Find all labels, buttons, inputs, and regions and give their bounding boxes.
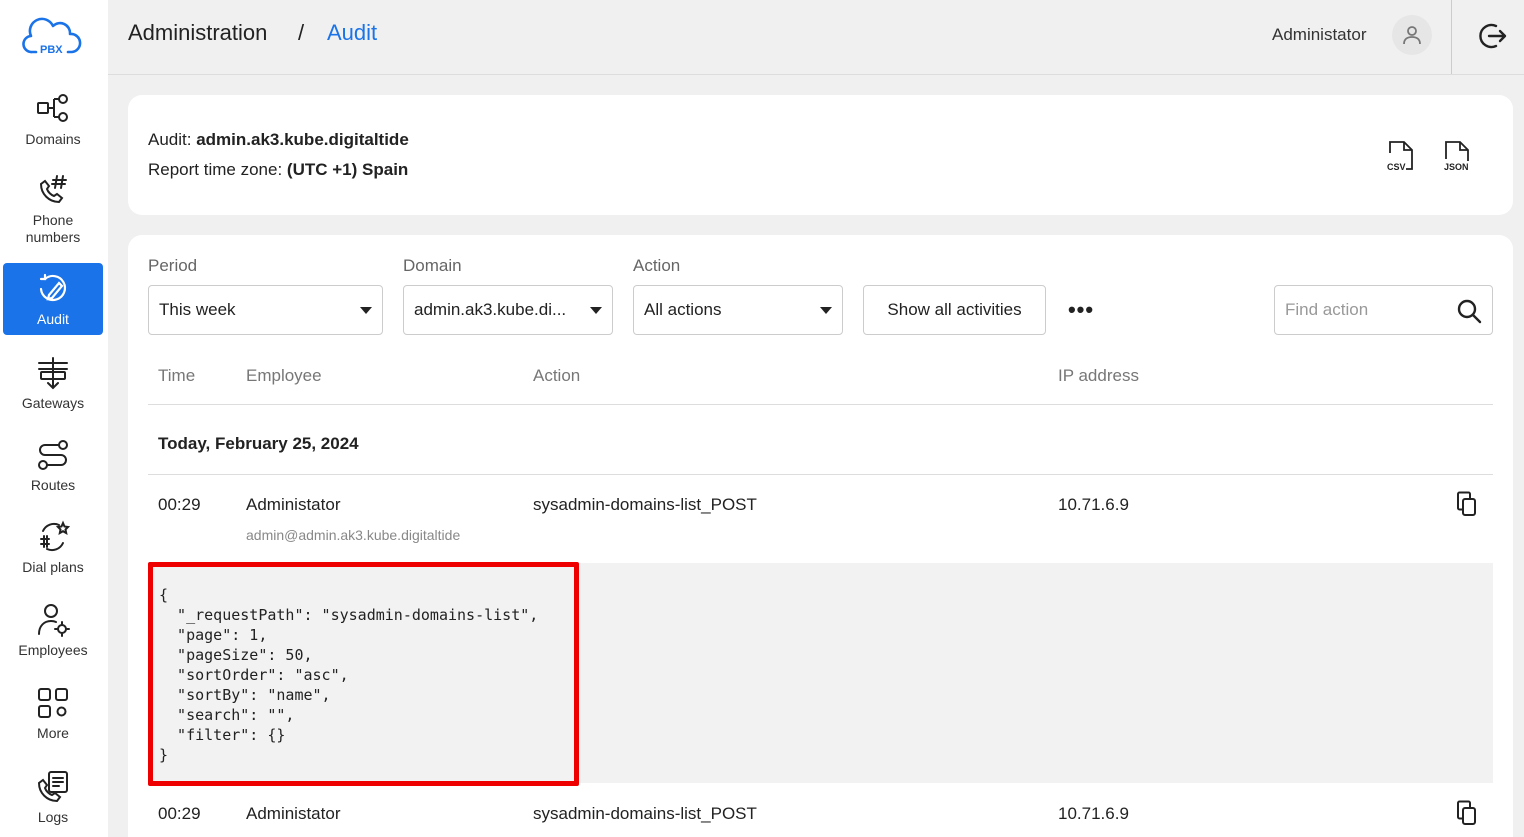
domain-value: admin.ak3.kube.di... — [414, 300, 567, 319]
action-select[interactable]: All actions — [633, 285, 843, 335]
avatar[interactable] — [1392, 15, 1432, 55]
row-employee: Administator — [246, 804, 341, 823]
sidebar-item-label: Domains — [25, 130, 81, 147]
group-date: Today, February 25, 2024 — [158, 434, 359, 453]
audit-line: Audit: admin.ak3.kube.digitaltide — [148, 130, 409, 150]
breadcrumb-current: Audit — [327, 20, 378, 45]
user-icon — [1403, 26, 1421, 45]
row-action: sysadmin-domains-list_POST — [533, 804, 757, 823]
sidebar-item-logs[interactable]: Logs — [3, 764, 103, 830]
domain-select[interactable]: admin.ak3.kube.di... — [403, 285, 613, 335]
header-divider — [1451, 0, 1452, 74]
period-value: This week — [159, 300, 236, 319]
highlight-box — [148, 562, 579, 786]
sidebar: PBX Domains Phone numbers Audit Gateways… — [0, 0, 108, 837]
action-label: Action — [633, 256, 681, 275]
column-header-action[interactable]: Action — [533, 366, 580, 386]
sidebar-item-label: Audit — [37, 310, 69, 327]
sidebar-item-routes[interactable]: Routes — [3, 432, 103, 498]
timezone-value: (UTC +1) Spain — [286, 160, 409, 179]
grid-icon — [38, 687, 68, 718]
group-divider-line — [148, 474, 1493, 475]
row-employee-email: admin@admin.ak3.kube.digitaltide — [246, 527, 461, 543]
search-box — [1274, 285, 1493, 335]
json-label: JSON — [1444, 162, 1469, 172]
show-all-activities-button[interactable]: Show all activities — [863, 285, 1046, 335]
timezone-label: Report time zone: — [148, 160, 283, 179]
top-header: Administration / Audit Administator — [108, 0, 1524, 75]
row-action: sysadmin-domains-list_POST — [533, 495, 757, 514]
route-icon — [38, 439, 68, 470]
caret-down-icon — [820, 306, 832, 314]
column-header-employee[interactable]: Employee — [246, 366, 322, 386]
row-ip: 10.71.6.9 — [1058, 495, 1129, 514]
sidebar-item-dial-plans[interactable]: Dial plans — [3, 514, 103, 580]
audit-label: Audit: — [148, 130, 192, 149]
json-export-icon[interactable]: JSON — [1442, 139, 1472, 173]
breadcrumb-root[interactable]: Administration — [128, 20, 267, 46]
row-time: 00:29 — [158, 495, 201, 514]
employee-icon — [38, 603, 70, 637]
domains-icon — [37, 93, 68, 122]
sidebar-item-label: Logs — [37, 808, 69, 825]
period-label: Period — [148, 256, 198, 275]
logout-icon[interactable] — [1476, 20, 1508, 52]
sidebar-item-audit[interactable]: Audit — [3, 263, 103, 335]
copy-icon[interactable] — [1454, 799, 1480, 827]
sidebar-item-employees[interactable]: Employees — [3, 597, 103, 663]
row-employee: Administator — [246, 495, 341, 514]
caret-down-icon — [590, 306, 602, 314]
header-divider-line — [148, 404, 1493, 405]
sidebar-item-label: Gateways — [21, 394, 85, 411]
csv-label: CSV — [1387, 162, 1406, 172]
action-value: All actions — [644, 300, 722, 319]
breadcrumb-separator: / — [298, 20, 305, 45]
audit-info-card: Audit: admin.ak3.kube.digitaltide Report… — [128, 95, 1513, 215]
copy-icon[interactable] — [1454, 490, 1480, 518]
sidebar-item-more[interactable]: More — [3, 680, 103, 746]
phone-hash-icon — [39, 175, 67, 204]
search-input[interactable] — [1285, 298, 1445, 322]
sidebar-item-label: Routes — [30, 476, 76, 493]
sidebar-item-label: More — [37, 724, 69, 741]
sidebar-item-domains[interactable]: Domains — [3, 86, 103, 152]
sidebar-item-label: Employees — [18, 641, 88, 658]
sidebar-item-label: Phone numbers — [25, 212, 81, 245]
phone-log-icon — [37, 770, 68, 802]
search-icon[interactable] — [1456, 298, 1482, 324]
dial-plan-icon — [40, 519, 71, 551]
logo-text: PBX — [40, 44, 63, 56]
row-ip: 10.71.6.9 — [1058, 804, 1129, 823]
caret-down-icon — [360, 306, 372, 314]
audit-icon — [39, 273, 67, 301]
sidebar-item-label: Dial plans — [22, 558, 84, 575]
audit-value: admin.ak3.kube.digitaltide — [196, 130, 409, 149]
domain-label: Domain — [403, 256, 462, 275]
column-header-ip[interactable]: IP address — [1058, 366, 1139, 386]
column-header-time[interactable]: Time — [158, 366, 195, 386]
row-time: 00:29 — [158, 804, 201, 823]
csv-export-icon[interactable]: CSV — [1386, 139, 1416, 173]
timezone-line: Report time zone: (UTC +1) Spain — [148, 160, 408, 180]
sidebar-item-phone-numbers[interactable]: Phone numbers — [3, 168, 103, 250]
sidebar-item-gateways[interactable]: Gateways — [3, 350, 103, 416]
gateway-icon — [38, 356, 68, 389]
more-options-icon[interactable]: ••• — [1066, 297, 1096, 323]
user-name[interactable]: Administator — [1272, 25, 1366, 45]
period-select[interactable]: This week — [148, 285, 383, 335]
